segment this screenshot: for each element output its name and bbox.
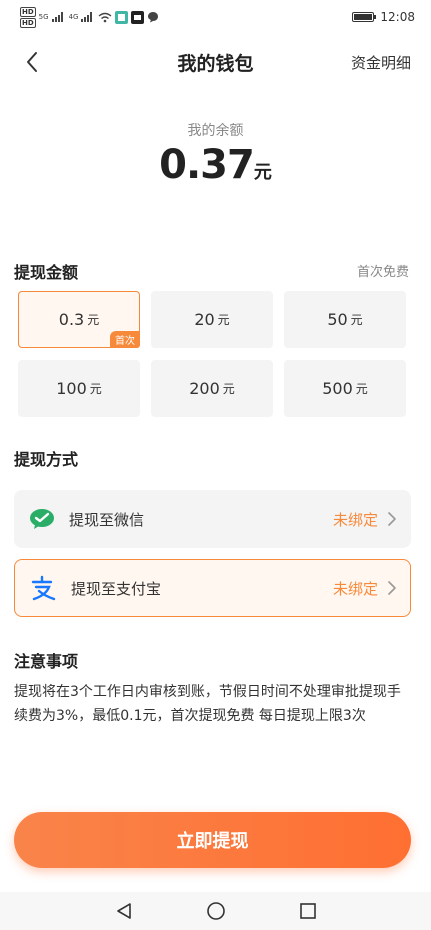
balance-label: 我的余额 xyxy=(187,123,244,139)
withdraw-method-title: 提现方式 xyxy=(14,450,79,469)
method-label: 提现至支付宝 xyxy=(71,579,162,598)
amount-value: 50 xyxy=(327,310,348,329)
amount-option-0-3[interactable]: 0.3 元 首次 xyxy=(18,291,140,348)
hd-badge: HD xyxy=(20,6,36,17)
amount-value: 200 xyxy=(189,379,220,398)
method-wechat[interactable]: 提现至微信 未绑定 xyxy=(14,490,411,548)
app-notification-icon-2 xyxy=(131,10,145,24)
notes-title: 注意事项 xyxy=(14,652,79,671)
network-type-2: 4G xyxy=(68,13,79,21)
hd-badge-2: HD xyxy=(20,17,36,28)
status-icons: HD HD 5G 4G xyxy=(20,6,159,28)
amount-option-50[interactable]: 50 元 xyxy=(284,291,406,348)
nav-recents-button[interactable] xyxy=(296,899,320,923)
withdraw-amount-title: 提现金额 xyxy=(14,263,79,282)
amount-option-20[interactable]: 20 元 xyxy=(151,291,273,348)
amount-option-100[interactable]: 100 元 xyxy=(18,360,140,417)
square-recents-icon xyxy=(299,903,316,919)
amount-unit: 元 xyxy=(87,313,100,327)
alipay-icon xyxy=(29,574,57,602)
status-right: 12:08 xyxy=(352,10,415,24)
first-free-hint: 首次免费 xyxy=(356,265,409,280)
status-bar: HD HD 5G 4G 12:08 xyxy=(0,0,431,34)
balance-display: 0.37元 xyxy=(0,142,431,188)
nav-back-button[interactable] xyxy=(112,899,136,923)
amount-value: 0.3 xyxy=(58,310,85,329)
amount-unit: 元 xyxy=(222,382,235,396)
network-type-1: 5G xyxy=(38,13,49,21)
app-notification-icon xyxy=(115,10,129,24)
amount-unit: 元 xyxy=(89,382,102,396)
system-nav-bar xyxy=(0,892,431,930)
method-status: 未绑定 xyxy=(332,579,378,598)
notes-text: 提现将在3个工作日内审核到账，节假日时间不处理审批提现手续费为3%，最低0.1元… xyxy=(14,684,401,724)
amount-unit: 元 xyxy=(350,313,363,327)
circle-home-icon xyxy=(206,902,225,920)
clock: 12:08 xyxy=(380,10,415,24)
back-button[interactable] xyxy=(18,48,46,76)
amount-options: 0.3 元 首次 20 元 50 元 100 元 200 元 500 元 xyxy=(18,291,406,417)
amount-option-500[interactable]: 500 元 xyxy=(284,360,406,417)
balance-unit: 元 xyxy=(253,162,272,183)
chevron-right-icon xyxy=(388,512,396,526)
nav-home-button[interactable] xyxy=(204,899,228,923)
chevron-left-icon xyxy=(27,52,37,72)
balance-amount: 0.37 xyxy=(159,142,255,188)
amount-value: 100 xyxy=(56,379,87,398)
wechat-icon xyxy=(29,508,55,530)
signal-icon-2 xyxy=(81,12,93,22)
battery-icon xyxy=(352,12,377,22)
amount-unit: 元 xyxy=(217,313,230,327)
withdraw-now-button[interactable]: 立即提现 xyxy=(14,812,411,868)
wifi-icon xyxy=(99,12,112,22)
triangle-back-icon xyxy=(116,903,131,919)
method-status: 未绑定 xyxy=(332,510,378,529)
amount-value: 20 xyxy=(194,310,215,329)
amount-option-200[interactable]: 200 元 xyxy=(151,360,273,417)
signal-icon xyxy=(51,12,63,22)
message-icon xyxy=(148,12,159,23)
chevron-right-icon xyxy=(388,581,396,595)
hd-indicators: HD HD xyxy=(20,6,36,28)
amount-value: 500 xyxy=(322,379,353,398)
nav-bar: 我的钱包 资金明细 xyxy=(0,40,431,84)
first-time-badge: 首次 xyxy=(110,331,140,348)
method-label: 提现至微信 xyxy=(69,510,145,529)
amount-unit: 元 xyxy=(355,382,368,396)
fund-details-link[interactable]: 资金明细 xyxy=(351,52,411,73)
method-alipay[interactable]: 提现至支付宝 未绑定 xyxy=(14,559,411,617)
